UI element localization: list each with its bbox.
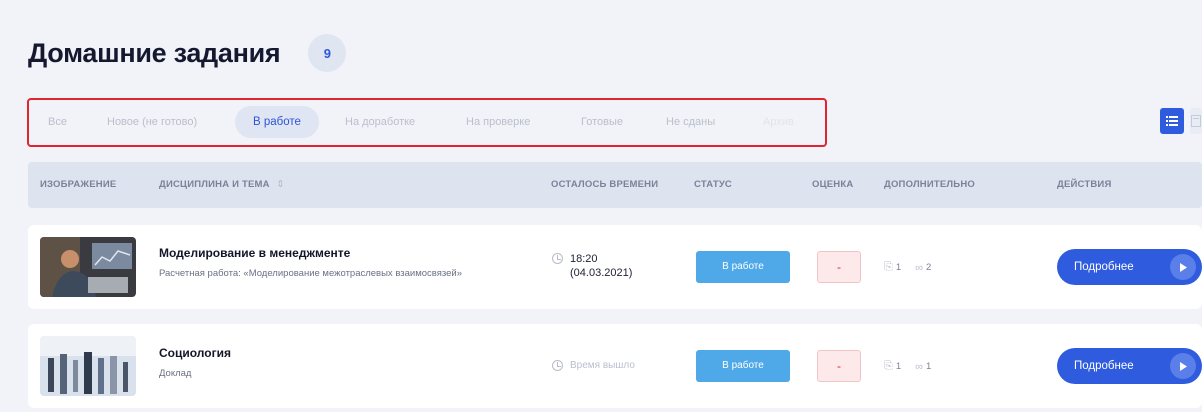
filter-tab-archive[interactable]: Архив — [763, 106, 794, 138]
extras: ⎘ 1 ∞ 2 — [884, 261, 931, 274]
clock-icon — [552, 253, 563, 264]
list-view-icon — [1166, 116, 1178, 126]
details-button[interactable]: Подробнее — [1057, 249, 1202, 285]
details-button-label: Подробнее — [1074, 261, 1134, 273]
details-button[interactable]: Подробнее — [1057, 348, 1202, 384]
filter-tab-new[interactable]: Новое (не готово) — [107, 106, 197, 138]
play-arrow-icon — [1170, 254, 1196, 280]
grid-view-icon — [1191, 115, 1201, 127]
subject-title: Моделирование в менеджменте — [159, 246, 351, 260]
filter-tabs-highlight: Все Новое (не готово) В работе На дорабо… — [27, 98, 827, 147]
subject-topic: Расчетная работа: «Моделирование межотра… — [159, 268, 462, 279]
grade-box: - — [817, 350, 861, 382]
link-count: 2 — [925, 262, 932, 273]
page-header: Домашние задания 9 — [28, 34, 347, 72]
subject-topic: Доклад — [159, 368, 192, 379]
column-extra: ДОПОЛНИТЕЛЬНО — [884, 179, 975, 190]
filter-tab-not-submitted[interactable]: Не сданы — [666, 106, 715, 138]
attachment-icon[interactable]: ⎘ — [884, 360, 893, 373]
filter-tab-rework[interactable]: На доработке — [345, 106, 415, 138]
details-button-label: Подробнее — [1074, 360, 1134, 372]
link-icon[interactable]: ∞ — [915, 262, 923, 274]
filter-tab-all[interactable]: Все — [48, 106, 67, 138]
assignment-image — [40, 336, 136, 396]
table-row: Социология Доклад Время вышло В работе -… — [28, 324, 1202, 408]
link-count: 1 — [925, 361, 932, 372]
filter-tab-review[interactable]: На проверке — [466, 106, 530, 138]
column-discipline[interactable]: ДИСЦИПЛИНА И ТЕМА ⇕ — [159, 162, 285, 208]
attachment-count: 1 — [895, 361, 902, 372]
column-grade: ОЦЕНКА — [812, 179, 854, 190]
subject-title: Социология — [159, 346, 231, 360]
grid-view-button[interactable] — [1190, 108, 1202, 134]
deadline-date: (04.03.2021) — [570, 267, 633, 279]
link-icon[interactable]: ∞ — [915, 361, 923, 373]
attachment-count: 1 — [895, 262, 902, 273]
page-title: Домашние задания — [28, 37, 281, 68]
list-view-button[interactable] — [1160, 108, 1184, 134]
deadline-time: 18:20 — [570, 253, 598, 265]
column-discipline-label: ДИСЦИПЛИНА И ТЕМА — [159, 179, 270, 190]
filter-tab-done[interactable]: Готовые — [581, 106, 623, 138]
column-image: ИЗОБРАЖЕНИЕ — [40, 179, 117, 190]
column-time-left: ОСТАЛОСЬ ВРЕМЕНИ — [551, 179, 659, 190]
count-badge: 9 — [308, 34, 347, 72]
column-status: СТАТУС — [694, 179, 732, 190]
attachment-icon[interactable]: ⎘ — [884, 261, 893, 274]
clock-icon — [552, 360, 563, 371]
status-badge: В работе — [696, 251, 790, 283]
filter-tab-in-progress[interactable]: В работе — [235, 106, 319, 138]
play-arrow-icon — [1170, 353, 1196, 379]
status-badge: В работе — [696, 350, 790, 382]
extras: ⎘ 1 ∞ 1 — [884, 360, 931, 373]
table-header: ИЗОБРАЖЕНИЕ ДИСЦИПЛИНА И ТЕМА ⇕ ОСТАЛОСЬ… — [28, 162, 1202, 208]
grade-box: - — [817, 251, 861, 283]
table-row: Моделирование в менеджменте Расчетная ра… — [28, 225, 1202, 309]
time-expired: Время вышло — [570, 360, 635, 371]
sort-icon[interactable]: ⇕ — [277, 179, 285, 190]
assignment-image — [40, 237, 136, 297]
column-actions: ДЕЙСТВИЯ — [1057, 179, 1112, 190]
